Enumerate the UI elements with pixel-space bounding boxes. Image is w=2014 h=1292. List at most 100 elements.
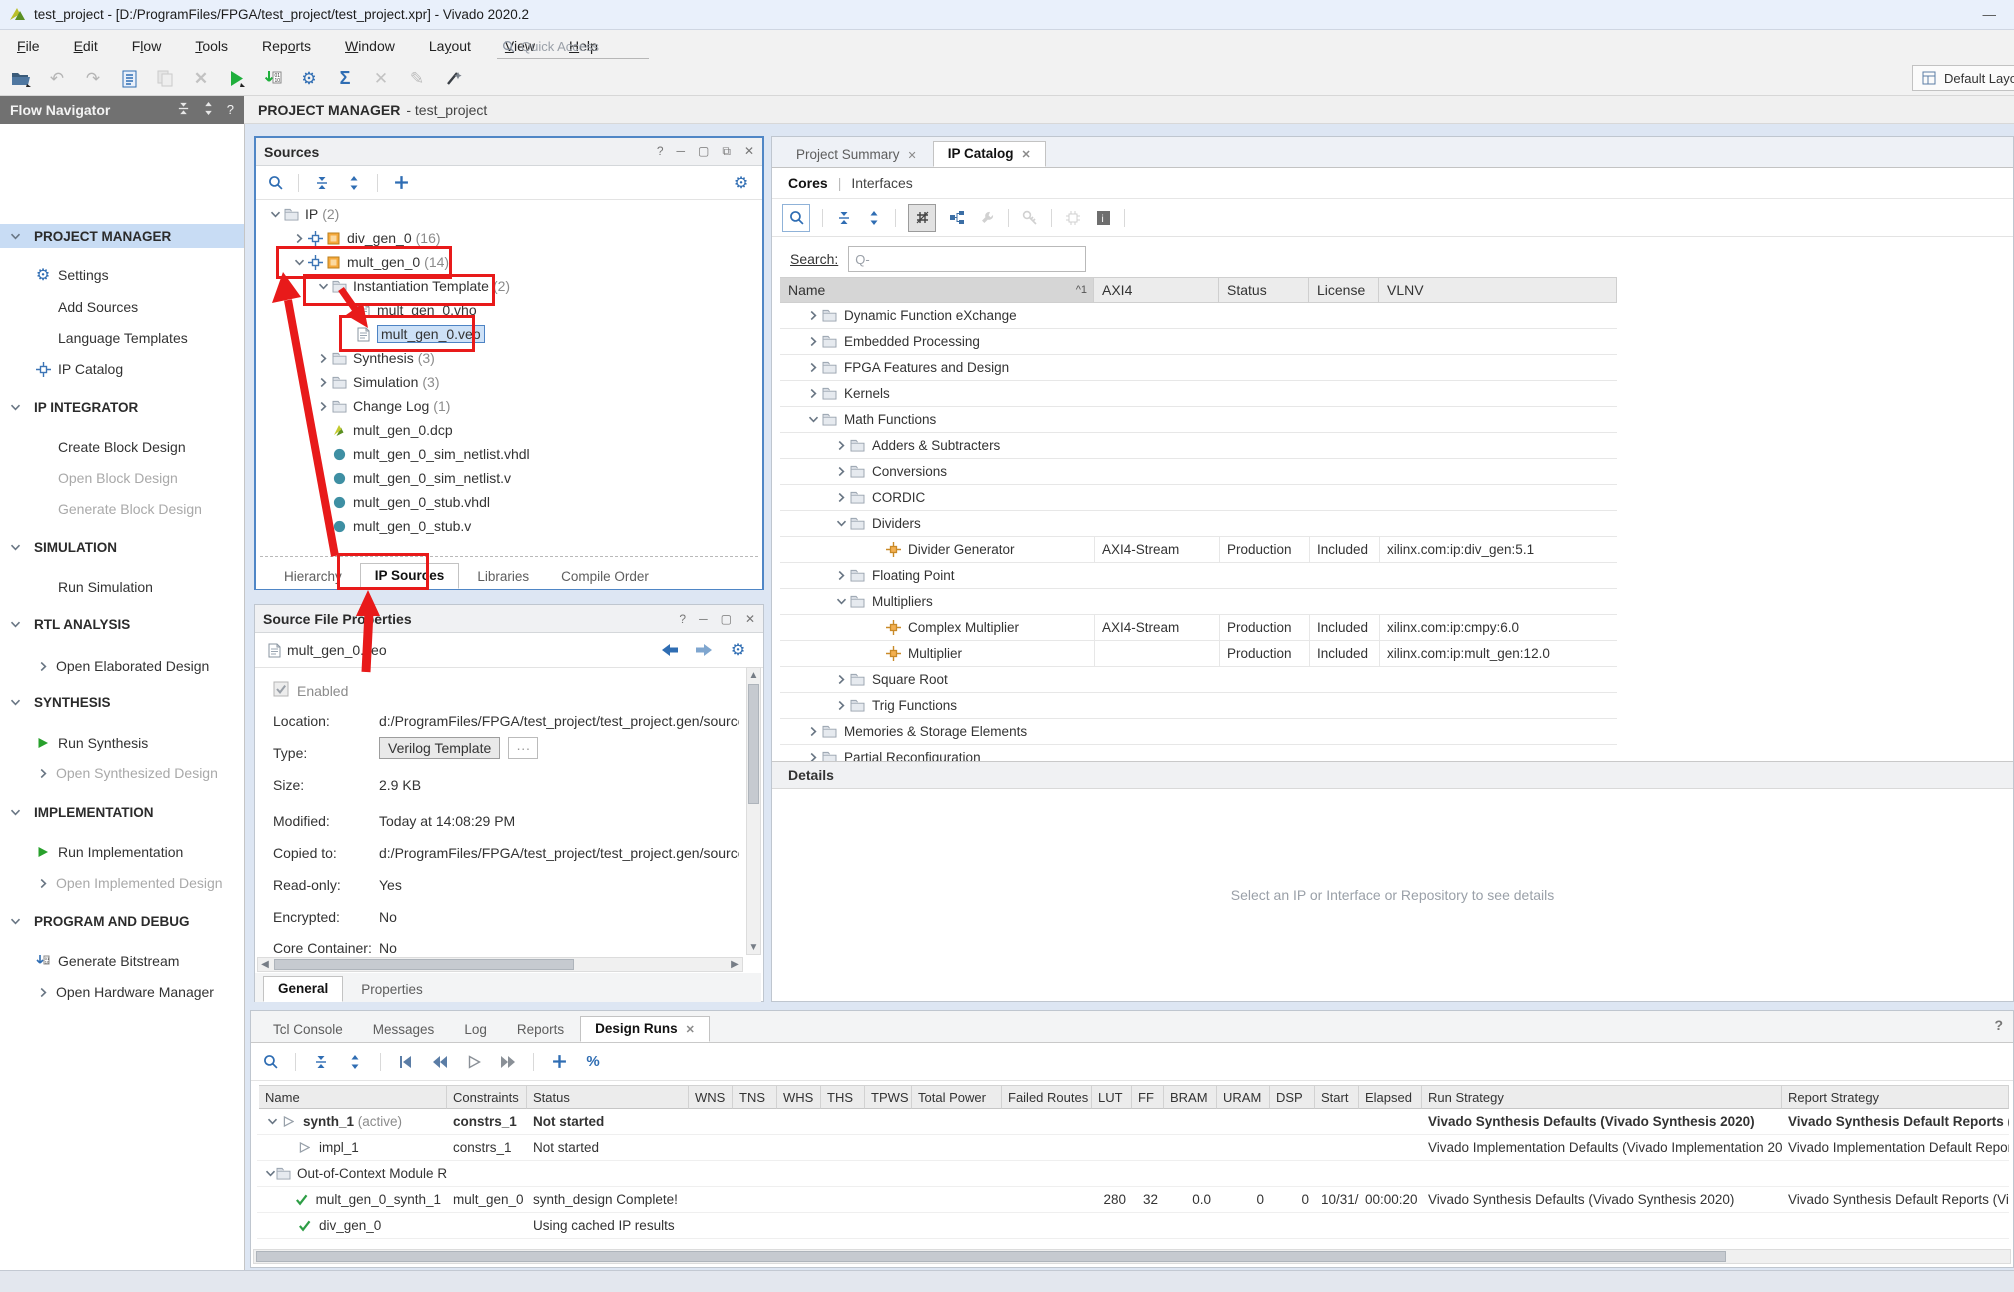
collapse-all-icon[interactable] — [177, 102, 190, 118]
sidebar-item-run-synthesis[interactable]: Run Synthesis — [0, 731, 244, 755]
ip-row-trig-functions[interactable]: Trig Functions — [780, 693, 1617, 719]
tree-item-mult-gen-0-vho[interactable]: mult_gen_0.vho — [256, 298, 762, 322]
edit-pen-icon[interactable]: ✎ — [406, 68, 428, 90]
run-row-div-gen-0[interactable]: div_gen_0Using cached IP results — [257, 1213, 2009, 1239]
column-header-elapsed[interactable]: Elapsed — [1359, 1085, 1422, 1109]
chevron-right-icon[interactable] — [806, 336, 820, 347]
collapse-all-icon[interactable] — [835, 211, 853, 225]
sidebar-item-open-elaborated-design[interactable]: Open Elaborated Design — [0, 654, 244, 678]
ip-row-multipliers[interactable]: Multipliers — [780, 589, 1617, 615]
menu-flow[interactable]: Flow — [115, 38, 179, 54]
sidebar-section-implementation[interactable]: IMPLEMENTATION — [0, 800, 244, 824]
step-back-icon[interactable] — [431, 1055, 449, 1069]
expand-all-icon[interactable] — [865, 211, 883, 225]
sidebar-section-synthesis[interactable]: SYNTHESIS — [0, 690, 244, 714]
chevron-down-icon[interactable] — [268, 209, 282, 220]
run-row-mult-gen-0-synth-1[interactable]: mult_gen_0_synth_1mult_gen_0synth_design… — [257, 1187, 2009, 1213]
ip-row-floating-point[interactable]: Floating Point — [780, 563, 1617, 589]
column-header-lut[interactable]: LUT — [1092, 1085, 1132, 1109]
chevron-down-icon[interactable] — [834, 596, 848, 607]
chevron-right-icon[interactable] — [806, 310, 820, 321]
gear-icon[interactable]: ⚙ — [729, 640, 747, 660]
undo-button[interactable]: ↶ — [46, 68, 68, 90]
subtab-cores[interactable]: Cores — [788, 175, 828, 191]
panel-help-icon[interactable]: ? — [657, 144, 664, 159]
column-header-name[interactable]: Name^1 — [780, 277, 1094, 303]
help-icon[interactable]: ? — [227, 102, 234, 118]
tab-log[interactable]: Log — [450, 1018, 501, 1042]
tab-general[interactable]: General — [263, 976, 343, 1002]
delete-button[interactable]: ✕ — [190, 68, 212, 90]
run-row-out-of-context-module-runs[interactable]: Out-of-Context Module Runs — [257, 1161, 2009, 1187]
sidebar-item-open-hardware-manager[interactable]: Open Hardware Manager — [0, 980, 244, 1004]
chevron-right-icon[interactable] — [834, 674, 848, 685]
properties-vscrollbar[interactable]: ▲ ▼ — [746, 667, 761, 955]
design-runs-hscrollbar[interactable] — [253, 1249, 2011, 1264]
column-header-tpws[interactable]: TPWS — [865, 1085, 912, 1109]
tab-project-summary[interactable]: Project Summary✕ — [782, 143, 931, 167]
filter-taxonomy-icon[interactable] — [908, 204, 936, 232]
chevron-down-icon[interactable] — [316, 281, 330, 292]
column-header-wns[interactable]: WNS — [689, 1085, 733, 1109]
redo-button[interactable]: ↷ — [82, 68, 104, 90]
sidebar-item-settings[interactable]: ⚙Settings — [0, 263, 244, 287]
tab-messages[interactable]: Messages — [359, 1018, 449, 1042]
tree-item-synthesis[interactable]: Synthesis(3) — [256, 346, 762, 370]
sum-icon[interactable]: Σ — [334, 68, 356, 90]
chevron-right-icon[interactable] — [834, 466, 848, 477]
chevron-right-icon[interactable] — [834, 492, 848, 503]
tab-properties[interactable]: Properties — [347, 978, 437, 1002]
collapse-all-icon[interactable] — [312, 1055, 330, 1069]
sidebar-item-ip-catalog[interactable]: IP Catalog — [0, 357, 244, 381]
key-icon[interactable] — [1021, 210, 1039, 226]
close-icon[interactable]: ✕ — [1022, 149, 1031, 161]
menu-edit[interactable]: Edit — [57, 38, 115, 54]
tree-item-ip[interactable]: IP(2) — [256, 202, 762, 226]
hierarchy-icon[interactable] — [948, 210, 966, 226]
run-row-impl-1[interactable]: impl_1constrs_1Not startedVivado Impleme… — [257, 1135, 2009, 1161]
enabled-checkbox[interactable] — [273, 681, 289, 700]
panel-float-icon[interactable]: ⧉ — [722, 144, 731, 159]
panel-help-icon[interactable]: ? — [679, 612, 686, 626]
chevron-right-icon[interactable] — [806, 388, 820, 399]
run-steps-icon[interactable]: 0110 — [262, 68, 284, 90]
column-header-name[interactable]: Name — [259, 1085, 447, 1109]
sidebar-section-simulation[interactable]: SIMULATION — [0, 535, 244, 559]
tree-item-mult-gen-0-sim-netlist-vhdl[interactable]: mult_gen_0_sim_netlist.vhdl — [256, 442, 762, 466]
ip-row-embedded-processing[interactable]: Embedded Processing — [780, 329, 1617, 355]
column-header-start[interactable]: Start — [1315, 1085, 1359, 1109]
panel-close-icon[interactable]: ✕ — [745, 612, 755, 626]
search-icon[interactable] — [266, 175, 284, 190]
wand-icon[interactable] — [442, 68, 464, 90]
panel-minimize-icon[interactable]: ─ — [699, 612, 708, 626]
sidebar-item-add-sources[interactable]: Add Sources — [0, 295, 244, 319]
panel-close-icon[interactable]: ✕ — [744, 144, 754, 159]
chevron-right-icon[interactable] — [806, 726, 820, 737]
chevron-right-icon[interactable] — [316, 353, 330, 364]
step-forward-icon[interactable] — [499, 1055, 517, 1069]
run-row-synth-1[interactable]: synth_1 (active)constrs_1Not startedViva… — [257, 1109, 2009, 1135]
menu-window[interactable]: Window — [328, 38, 412, 54]
tab-libraries[interactable]: Libraries — [463, 565, 543, 589]
report-button[interactable] — [118, 68, 140, 90]
ip-row-complex-multiplier[interactable]: Complex MultiplierAXI4-StreamProductionI… — [780, 615, 1617, 641]
panel-maximize-icon[interactable]: ▢ — [721, 612, 732, 626]
tree-item-mult-gen-0-veo[interactable]: mult_gen_0.veo — [256, 322, 762, 346]
ip-row-math-functions[interactable]: Math Functions — [780, 407, 1617, 433]
sidebar-item-open-block-design[interactable]: Open Block Design — [0, 466, 244, 490]
column-header-report-strategy[interactable]: Report Strategy — [1782, 1085, 2009, 1109]
tree-item-mult-gen-0-stub-vhdl[interactable]: mult_gen_0_stub.vhdl — [256, 490, 762, 514]
panel-help-icon[interactable]: ? — [1994, 1017, 2003, 1033]
collapse-all-icon[interactable] — [313, 176, 331, 190]
column-header-uram[interactable]: URAM — [1217, 1085, 1270, 1109]
ip-row-memories-storage-elements[interactable]: Memories & Storage Elements — [780, 719, 1617, 745]
ip-row-multiplier[interactable]: MultiplierProductionIncludedxilinx.com:i… — [780, 641, 1617, 667]
expand-all-icon[interactable] — [346, 1055, 364, 1069]
ip-row-square-root[interactable]: Square Root — [780, 667, 1617, 693]
open-project-button[interactable] — [10, 68, 32, 90]
tree-item-change-log[interactable]: Change Log(1) — [256, 394, 762, 418]
copy-button[interactable] — [154, 68, 176, 90]
sidebar-item-open-implemented-design[interactable]: Open Implemented Design — [0, 871, 244, 895]
sidebar-item-generate-bitstream[interactable]: 0110Generate Bitstream — [0, 949, 244, 973]
column-header-run-strategy[interactable]: Run Strategy — [1422, 1085, 1782, 1109]
